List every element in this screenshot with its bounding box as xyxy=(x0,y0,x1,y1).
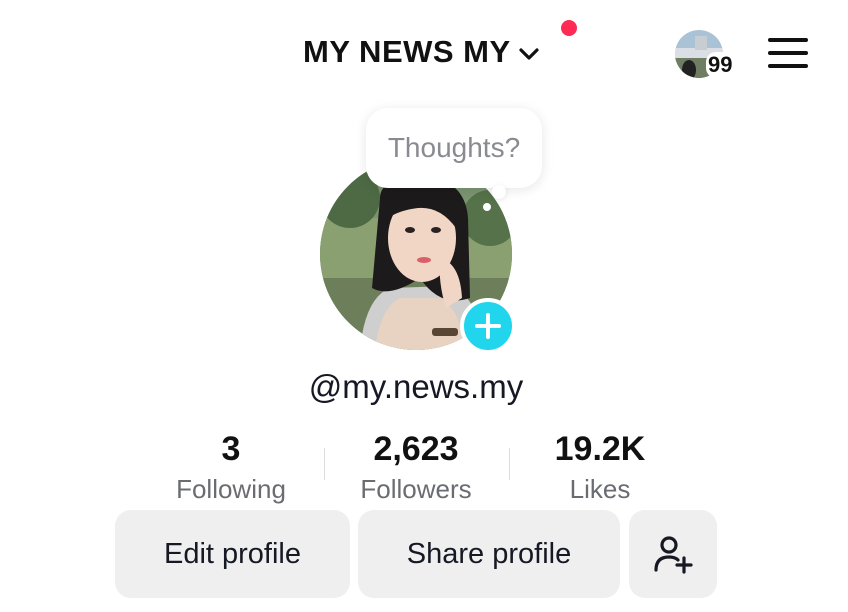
person-add-icon xyxy=(654,536,693,574)
share-profile-label: Share profile xyxy=(406,537,572,570)
stat-likes[interactable]: 19.2K Likes xyxy=(500,430,700,505)
notification-dot xyxy=(561,20,577,36)
stat-label: Following xyxy=(176,474,286,504)
bubble-tail xyxy=(483,203,491,211)
account-switcher[interactable]: MY NEWS MY xyxy=(303,32,541,72)
share-profile-button[interactable]: Share profile xyxy=(358,510,620,598)
stat-value: 19.2K xyxy=(554,430,646,468)
stat-following[interactable]: 3 Following xyxy=(131,430,331,505)
thought-bubble-text: Thoughts? xyxy=(387,132,521,163)
stat-label: Followers xyxy=(360,474,472,504)
edit-profile-button[interactable]: Edit profile xyxy=(115,510,350,598)
plus-icon xyxy=(475,313,501,339)
stat-followers[interactable]: 2,623 Followers xyxy=(316,430,516,505)
bubble-tail xyxy=(492,185,506,199)
chevron-down-icon xyxy=(519,48,539,60)
page-title: MY NEWS MY xyxy=(303,34,511,69)
hamburger-menu-icon[interactable] xyxy=(768,38,808,70)
username: @my.news.my xyxy=(308,368,524,405)
add-friends-button[interactable] xyxy=(629,510,717,598)
add-story-button[interactable] xyxy=(460,298,516,354)
stat-value: 2,623 xyxy=(373,430,459,468)
stat-value: 3 xyxy=(221,430,241,468)
stat-label: Likes xyxy=(569,474,631,504)
thought-bubble[interactable]: Thoughts? xyxy=(366,108,542,188)
edit-profile-label: Edit profile xyxy=(163,537,301,570)
profile-switch-badge: 99 xyxy=(706,52,735,78)
